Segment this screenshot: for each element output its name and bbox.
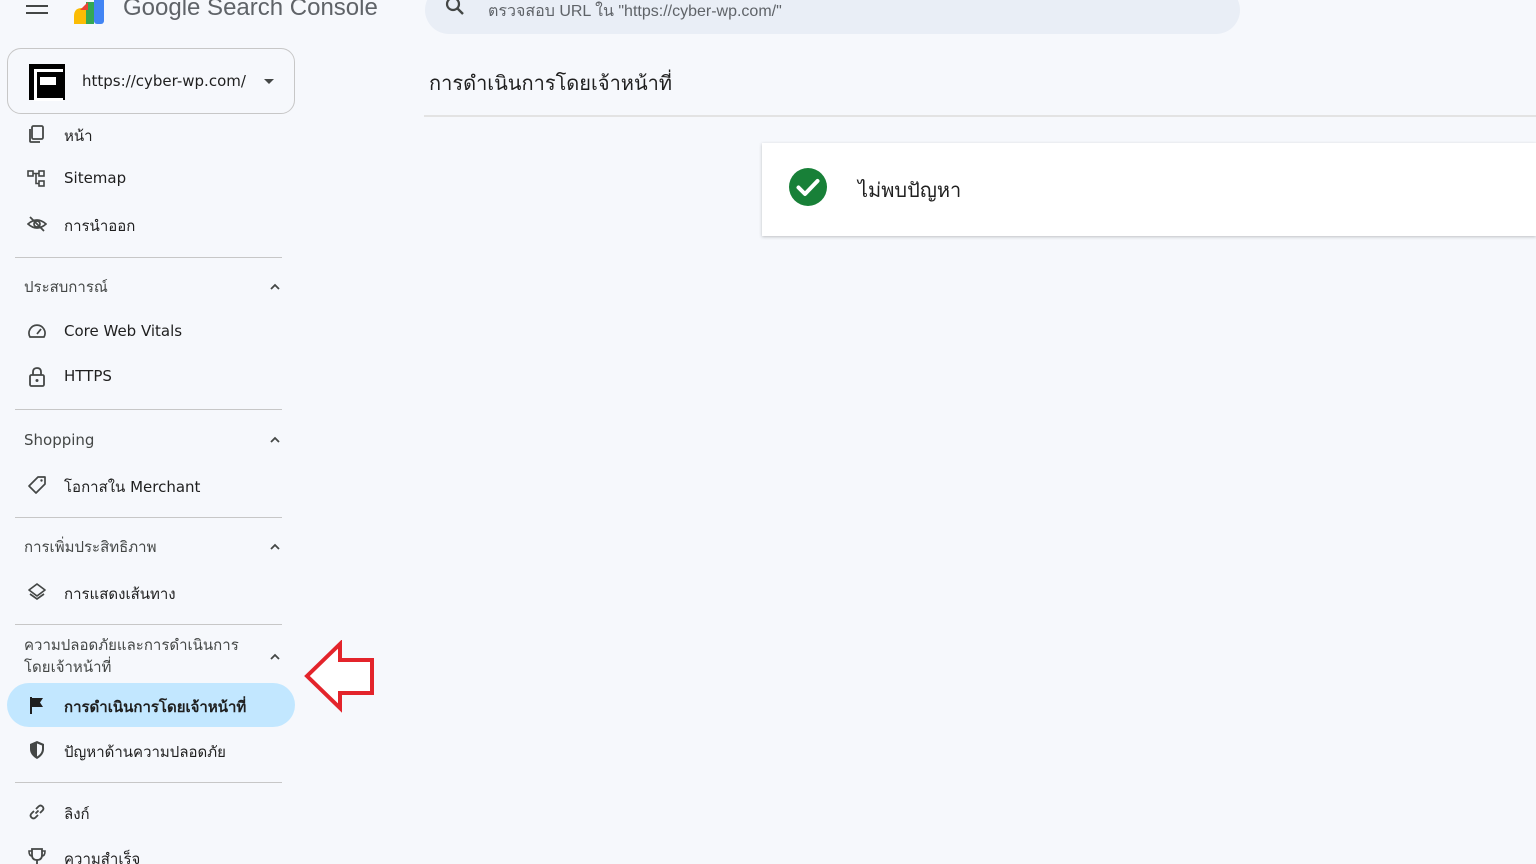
pages-icon bbox=[29, 125, 44, 143]
sitemap-icon bbox=[27, 170, 45, 187]
sidebar-item-removals[interactable]: การนำออก bbox=[7, 202, 295, 246]
app-title: Google Search Console bbox=[123, 0, 378, 21]
annotation-arrow-left-icon bbox=[304, 640, 374, 713]
sidebar-item-label: HTTPS bbox=[64, 367, 112, 385]
sidebar-divider bbox=[15, 409, 282, 410]
sidebar-item-label: การแสดงเส้นทาง bbox=[64, 585, 176, 603]
status-card: ไม่พบปัญหา bbox=[762, 143, 1536, 236]
section-title-line2: โดยเจ้าหน้าที่ bbox=[24, 658, 112, 676]
section-header-enhancements[interactable]: การเพิ่มประสิทธิภาพ bbox=[24, 536, 286, 558]
chevron-up-icon bbox=[270, 653, 280, 660]
section-header-shopping[interactable]: Shopping bbox=[24, 429, 286, 451]
sidebar-item-label: ปัญหาด้านความปลอดภัย bbox=[64, 743, 226, 761]
page-title: การดำเนินการโดยเจ้าหน้าที่ bbox=[429, 71, 673, 95]
sidebar-divider bbox=[15, 517, 282, 518]
sidebar-item-label: Sitemap bbox=[64, 169, 127, 187]
chevron-up-icon bbox=[270, 283, 280, 290]
menu-icon[interactable] bbox=[26, 0, 48, 14]
sidebar-item-label: หน้า bbox=[64, 127, 93, 145]
site-favicon bbox=[29, 64, 65, 101]
section-header-experience[interactable]: ประสบการณ์ bbox=[24, 276, 286, 298]
sidebar-divider bbox=[15, 624, 282, 625]
sidebar-item-security-issues[interactable]: ปัญหาด้านความปลอดภัย bbox=[7, 728, 295, 772]
sidebar-item-manual-actions[interactable]: การดำเนินการโดยเจ้าหน้าที่ bbox=[7, 683, 295, 727]
section-title: Shopping bbox=[24, 431, 95, 449]
property-url: https://cyber-wp.com/ bbox=[82, 72, 246, 90]
sidebar-item-label: ความสำเร็จ bbox=[64, 850, 141, 864]
sidebar-item-achievements[interactable]: ความสำเร็จ bbox=[7, 835, 295, 864]
flag-icon bbox=[30, 697, 43, 714]
sidebar-item-merchant-opportunities[interactable]: โอกาสใน Merchant bbox=[7, 463, 295, 507]
section-title-line1: ความปลอดภัยและการดำเนินการ bbox=[24, 636, 239, 654]
sidebar-item-label: Core Web Vitals bbox=[64, 322, 183, 340]
sidebar-item-pages[interactable]: หน้า bbox=[7, 112, 295, 156]
sidebar-divider bbox=[15, 782, 282, 783]
search-icon bbox=[445, 0, 464, 15]
title-divider bbox=[424, 115, 1536, 117]
top-app-bar: Google Search Console ตรวจสอบ URL ใน "ht… bbox=[0, 0, 1536, 40]
sidebar-divider bbox=[15, 257, 282, 258]
sidebar-item-sitemap[interactable]: Sitemap bbox=[7, 157, 295, 201]
section-header-security-manual-actions[interactable]: ความปลอดภัยและการดำเนินการ โดยเจ้าหน้าที… bbox=[24, 634, 286, 678]
sidebar-item-label: การดำเนินการโดยเจ้าหน้าที่ bbox=[64, 698, 247, 716]
dropdown-arrow-icon bbox=[264, 79, 274, 84]
url-inspection-search[interactable]: ตรวจสอบ URL ใน "https://cyber-wp.com/" bbox=[425, 0, 1240, 34]
sidebar-item-breadcrumbs[interactable]: การแสดงเส้นทาง bbox=[7, 570, 295, 614]
link-icon bbox=[29, 804, 45, 820]
gauge-icon bbox=[28, 324, 46, 338]
chevron-up-icon bbox=[270, 436, 280, 443]
sidebar-item-label: โอกาสใน Merchant bbox=[64, 478, 201, 496]
layers-icon bbox=[28, 583, 46, 601]
lock-icon bbox=[29, 367, 45, 387]
check-circle-icon bbox=[789, 168, 827, 206]
tag-icon bbox=[28, 476, 46, 494]
property-selector[interactable]: https://cyber-wp.com/ bbox=[7, 48, 295, 114]
status-message: ไม่พบปัญหา bbox=[858, 178, 962, 202]
removals-icon bbox=[27, 216, 47, 232]
sidebar-item-label: การนำออก bbox=[64, 217, 136, 235]
sidebar-item-links[interactable]: ลิงก์ bbox=[7, 790, 295, 834]
shield-icon bbox=[30, 741, 44, 759]
search-console-logo bbox=[74, 0, 104, 24]
search-placeholder: ตรวจสอบ URL ใน "https://cyber-wp.com/" bbox=[488, 3, 782, 20]
sidebar-item-https[interactable]: HTTPS bbox=[7, 355, 295, 399]
section-title: ประสบการณ์ bbox=[24, 278, 108, 296]
sidebar-item-label: ลิงก์ bbox=[64, 805, 90, 823]
trophy-icon bbox=[28, 848, 46, 864]
sidebar-item-core-web-vitals[interactable]: Core Web Vitals bbox=[7, 310, 295, 354]
chevron-up-icon bbox=[270, 543, 280, 550]
section-title: การเพิ่มประสิทธิภาพ bbox=[24, 538, 157, 556]
